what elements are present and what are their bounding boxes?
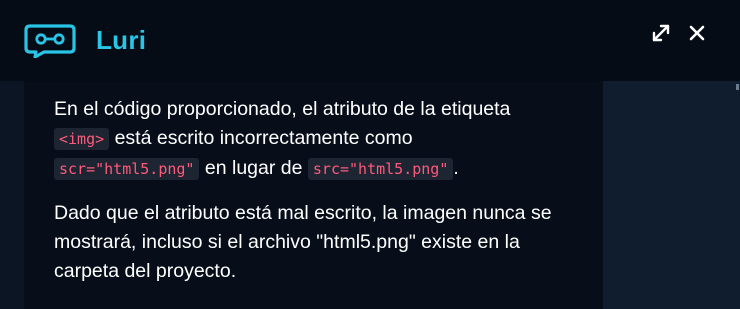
scrollbar-thumb[interactable] — [736, 84, 739, 90]
header: Luri — [0, 0, 740, 81]
inline-code-correct-attribute: src="html5.png" — [307, 158, 454, 180]
message-text: En el código proporcionado, el atributo … — [54, 98, 511, 120]
inline-code-img-tag: <img> — [54, 128, 110, 150]
message-text: . — [453, 157, 459, 179]
chat-bubble-link-icon — [24, 23, 76, 58]
close-button[interactable] — [686, 22, 708, 44]
expand-button[interactable] — [650, 22, 672, 44]
assistant-message-panel: En el código proporcionado, el atributo … — [24, 81, 603, 309]
assistant-message: En el código proporcionado, el atributo … — [54, 95, 584, 301]
left-gutter — [0, 81, 24, 309]
message-text: está escrito incorrectamente como — [109, 127, 413, 149]
expand-arrows-icon — [652, 24, 670, 42]
message-paragraph-2: Dado que el atributo está mal escrito, l… — [54, 202, 552, 282]
brand: Luri — [24, 23, 147, 58]
side-panel — [603, 81, 740, 309]
header-actions — [650, 22, 708, 44]
close-icon — [689, 25, 705, 41]
inline-code-wrong-attribute: scr="html5.png" — [54, 158, 200, 180]
conversation-area: En el código proporcionado, el atributo … — [0, 81, 740, 309]
message-paragraph-1: En el código proporcionado, el atributo … — [54, 95, 584, 184]
message-text: en lugar de — [199, 157, 308, 179]
app-name: Luri — [96, 25, 147, 55]
chat-window: Luri En el código proporcionado, el atri… — [0, 0, 740, 309]
